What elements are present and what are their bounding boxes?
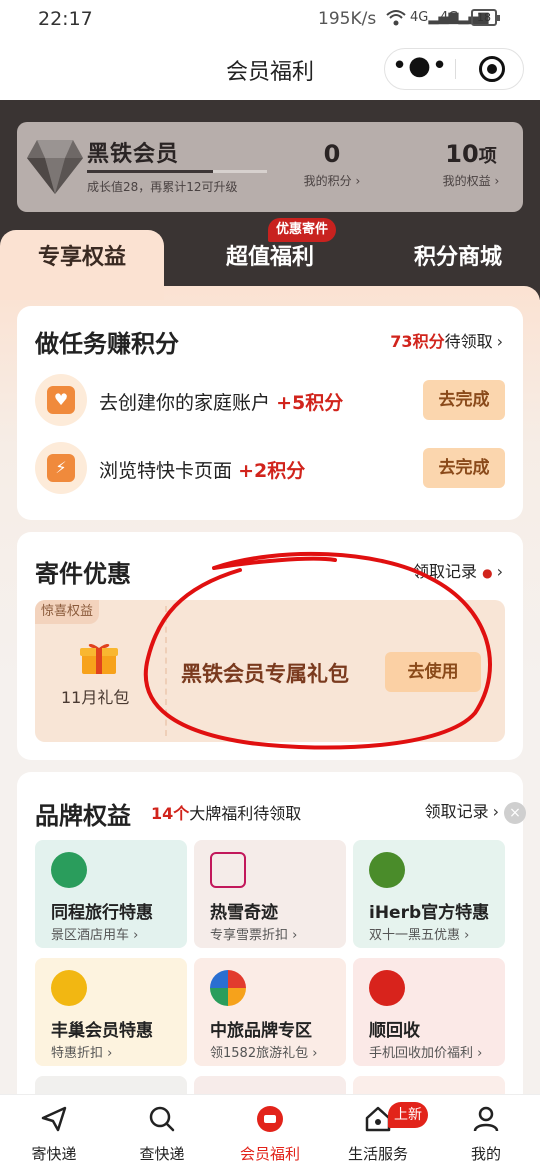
- close-miniapp-button[interactable]: [479, 56, 505, 82]
- wifi-icon: [386, 9, 406, 31]
- close-icon[interactable]: ×: [504, 802, 526, 824]
- person-icon: [473, 1106, 499, 1132]
- complete-task-button[interactable]: 去完成: [423, 448, 505, 488]
- fengchao-logo-icon: [51, 970, 87, 1006]
- brand-desc: 手机回收加价福利 ›: [369, 1046, 483, 1061]
- brand-name: 中旅品牌专区: [210, 1021, 312, 1041]
- brand-record-link[interactable]: 领取记录 ›: [425, 798, 499, 822]
- search-icon: [149, 1106, 175, 1132]
- new-badge: 上新: [388, 1102, 428, 1128]
- member-card[interactable]: 黑铁会员 成长值28，再累计12可升级 0 我的积分 › 10项 我的权益 ›: [17, 122, 523, 212]
- brand-desc: 景区酒店用车 ›: [51, 928, 139, 943]
- complete-task-button[interactable]: 去完成: [423, 380, 505, 420]
- tab-promo-tag: 优惠寄件: [268, 218, 337, 242]
- brand-item-iherb[interactable]: iHerb官方特惠 双十一黑五优惠 ›: [353, 840, 505, 948]
- nav-label: 会员福利: [239, 1145, 300, 1163]
- bottom-nav: 寄快递 查快递 会员福利 生活服务 我的: [0, 1094, 540, 1170]
- tab-points-mall[interactable]: 积分商城: [388, 230, 528, 300]
- more-menu-button[interactable]: •●•: [385, 49, 455, 89]
- task-text: 去创建你的家庭账户 +5积分: [99, 392, 344, 414]
- shipping-discount-card: 寄件优惠 领取记录 ● › 惊喜权益 11月礼包 黑铁会员专属礼包 去使用: [17, 532, 523, 760]
- iron-diamond-icon: [27, 140, 83, 194]
- miniapp-capsule: •●•: [384, 48, 524, 90]
- pending-points-link[interactable]: 73积分待领取 ›: [390, 328, 503, 352]
- points-value: 0: [323, 140, 341, 168]
- benefits-stat[interactable]: 10项 我的权益 ›: [431, 140, 511, 189]
- brand-name: 热雪奇迹: [210, 903, 278, 923]
- task-text: 浏览特快卡页面 +2积分: [99, 460, 306, 482]
- points-label: 我的积分 ›: [303, 174, 361, 188]
- brand-count-text: 14个大牌福利待领取: [151, 804, 302, 823]
- shipping-title: 寄件优惠: [35, 560, 131, 588]
- house-heart-icon: ♥: [35, 374, 87, 426]
- title-bar: 会员福利 •●•: [0, 38, 540, 100]
- member-level: 黑铁会员: [87, 142, 180, 167]
- iherb-logo-icon: [369, 852, 405, 888]
- snowflake-logo-icon: [210, 852, 246, 888]
- shipping-record-link[interactable]: 领取记录 ● ›: [413, 558, 503, 582]
- gift-label: 11月礼包: [61, 688, 130, 707]
- growth-progress-fill: [87, 170, 213, 173]
- network-speed: 195K/s: [318, 9, 377, 29]
- points-stat[interactable]: 0 我的积分 ›: [297, 140, 367, 189]
- status-time: 22:17: [38, 8, 93, 30]
- member-icon: [257, 1106, 283, 1132]
- tab-exclusive[interactable]: 专享权益: [0, 230, 164, 300]
- nav-label: 生活服务: [347, 1145, 408, 1163]
- brand-desc: 专享雪票折扣 ›: [210, 928, 298, 943]
- nav-label: 查快递: [139, 1145, 185, 1163]
- brand-item-shunhuishou[interactable]: 顺回收 手机回收加价福利 ›: [353, 958, 505, 1066]
- battery-icon: 18: [471, 9, 500, 26]
- nav-track[interactable]: 查快递: [108, 1095, 216, 1170]
- zhonglv-logo-icon: [210, 970, 246, 1006]
- brand-name: 同程旅行特惠: [51, 903, 153, 923]
- brand-item-tongcheng[interactable]: 同程旅行特惠 景区酒店用车 ›: [35, 840, 187, 948]
- brand-name: iHerb官方特惠: [369, 903, 490, 923]
- brand-item-zhonglv[interactable]: 中旅品牌专区 领1582旅游礼包 ›: [194, 958, 346, 1066]
- brand-item-rexue[interactable]: 热雪奇迹 专享雪票折扣 ›: [194, 840, 346, 948]
- brand-name: 顺回收: [369, 1021, 420, 1041]
- growth-text: 成长值28，再累计12可升级: [87, 180, 238, 194]
- nav-mine[interactable]: 我的: [432, 1095, 540, 1170]
- gift-icon: [80, 643, 118, 674]
- brand-item-fengchao[interactable]: 丰巢会员特惠 特惠折扣 ›: [35, 958, 187, 1066]
- nav-label: 寄快递: [31, 1145, 77, 1163]
- coupon-title: 黑铁会员专属礼包: [181, 662, 349, 686]
- capsule-divider: [455, 59, 456, 79]
- gift-coupon: 惊喜权益 11月礼包 黑铁会员专属礼包 去使用: [35, 600, 505, 742]
- nav-member[interactable]: 会员福利: [216, 1095, 324, 1170]
- coupon-divider: [165, 606, 167, 736]
- brand-desc: 领1582旅游礼包 ›: [210, 1046, 318, 1061]
- task-item: ♥ 去创建你的家庭账户 +5积分 去完成: [35, 374, 505, 428]
- brand-title: 品牌权益: [35, 802, 131, 830]
- status-bar: 22:17 195K/s 4G▂▄▆ 4G▂▄▆ 18: [0, 0, 540, 38]
- brand-desc: 特惠折扣 ›: [51, 1046, 113, 1061]
- task-item: ⚡ 浏览特快卡页面 +2积分 去完成: [35, 442, 505, 496]
- surprise-badge: 惊喜权益: [35, 600, 100, 624]
- benefits-label: 我的权益 ›: [442, 174, 500, 188]
- tongcheng-logo-icon: [51, 852, 87, 888]
- tasks-card: 做任务赚积分 73积分待领取 › ♥ 去创建你的家庭账户 +5积分 去完成 ⚡ 浏…: [17, 306, 523, 520]
- shunhuishou-logo-icon: [369, 970, 405, 1006]
- brand-desc: 双十一黑五优惠 ›: [369, 928, 470, 943]
- tasks-title: 做任务赚积分: [35, 330, 179, 358]
- nav-label: 我的: [470, 1145, 501, 1163]
- lightning-card-icon: ⚡: [35, 442, 87, 494]
- brand-name: 丰巢会员特惠: [51, 1021, 153, 1041]
- benefits-value: 10项: [445, 140, 497, 168]
- red-dot-icon: ●: [482, 566, 493, 580]
- send-icon: [41, 1106, 67, 1132]
- use-coupon-button[interactable]: 去使用: [385, 652, 481, 692]
- brand-benefits-card: 品牌权益 14个大牌福利待领取 领取记录 › 同程旅行特惠 景区酒店用车 › 热雪…: [17, 772, 523, 1170]
- growth-progress-bar: [87, 170, 267, 173]
- nav-send[interactable]: 寄快递: [0, 1095, 108, 1170]
